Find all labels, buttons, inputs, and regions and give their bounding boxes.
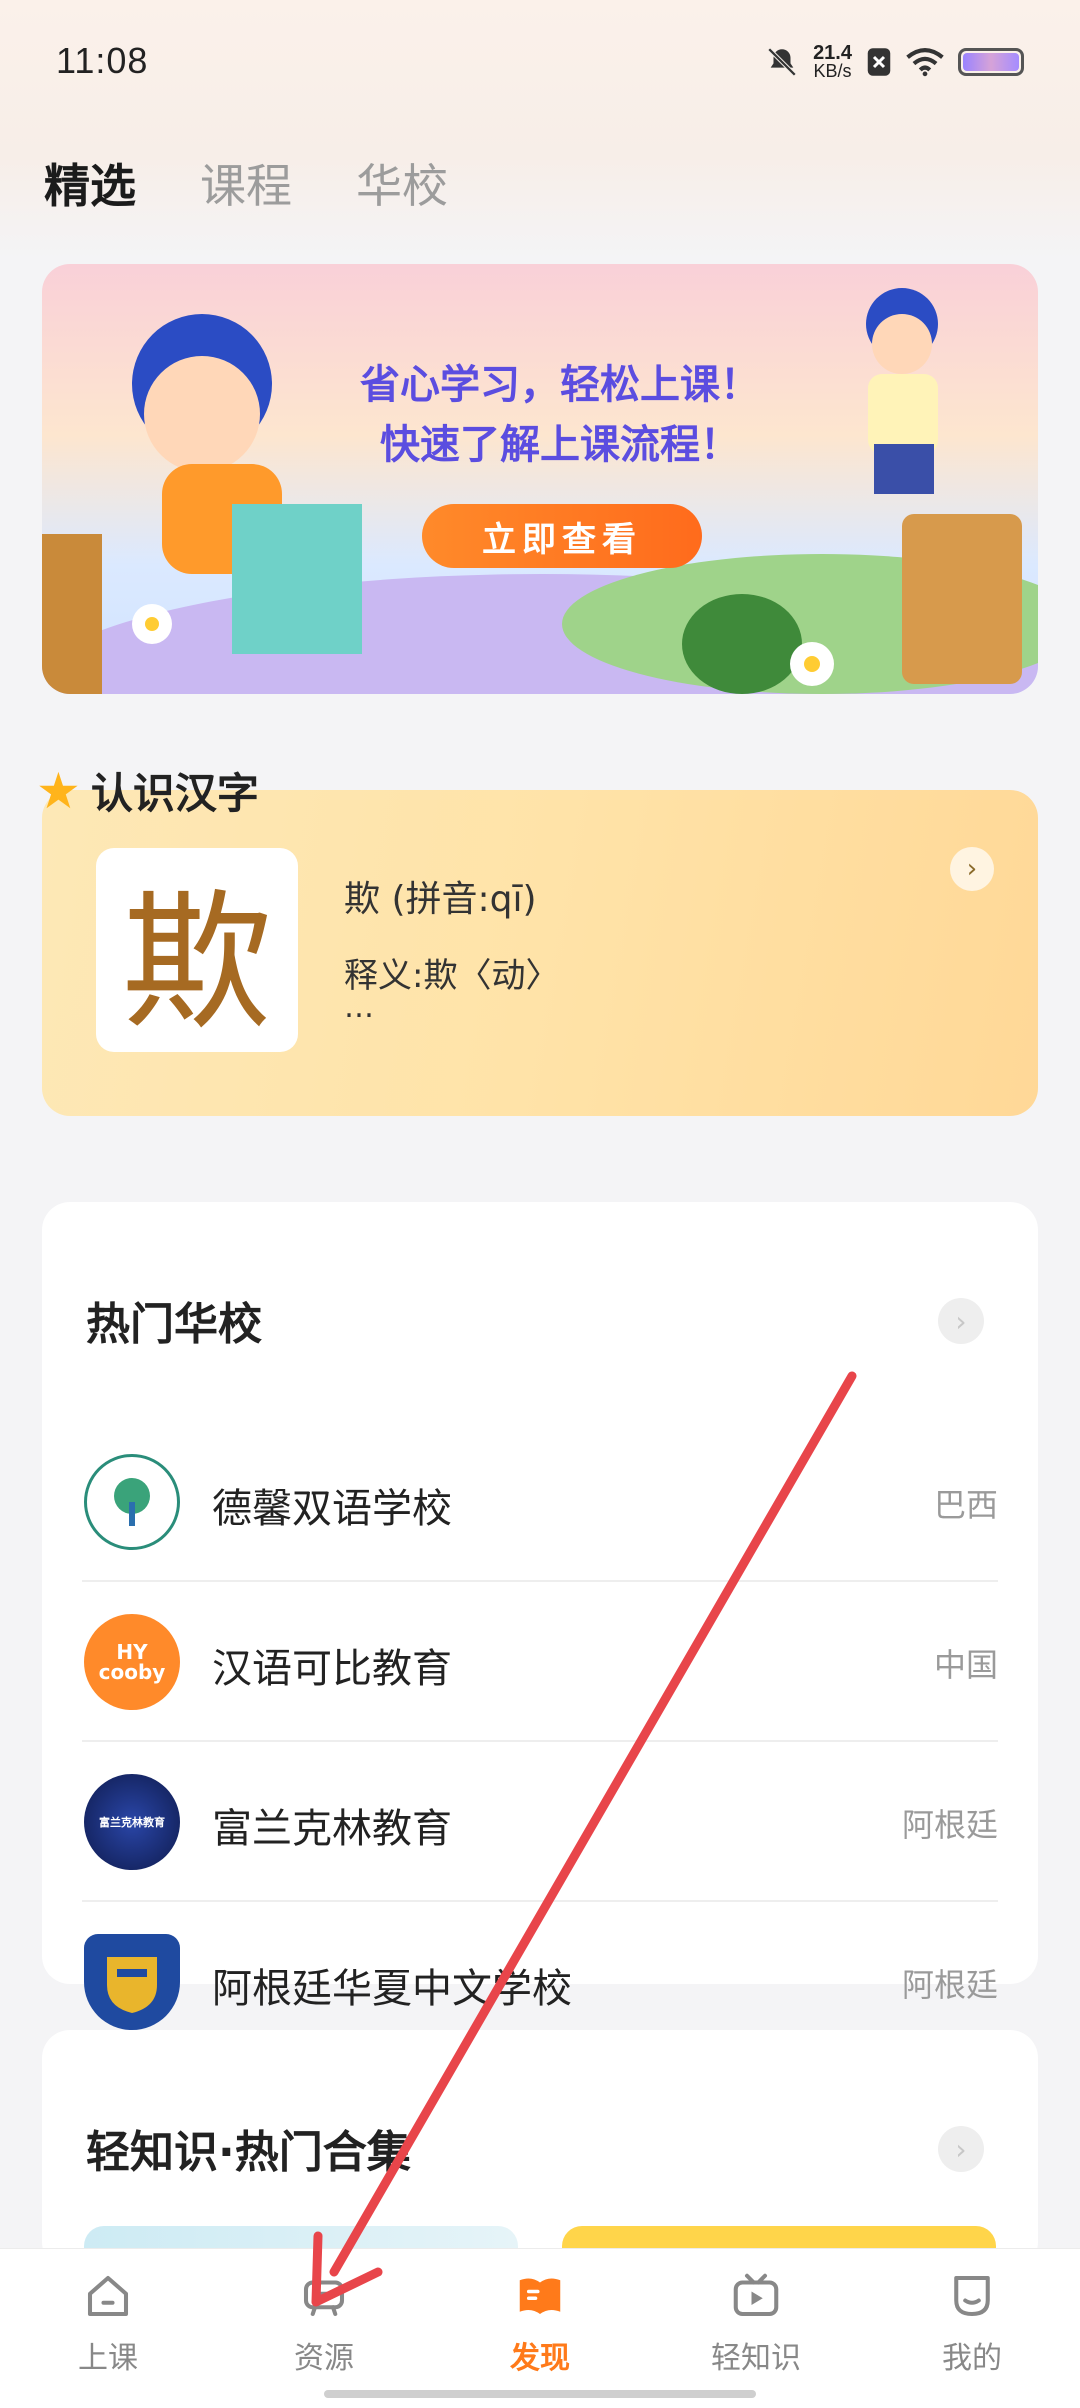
school-row[interactable]: 德馨双语学校 巴西: [42, 1422, 1038, 1582]
tab-featured[interactable]: 精选: [44, 150, 136, 216]
sim-blocked-icon: [867, 48, 891, 76]
school-logo: 富兰克林教育: [84, 1774, 180, 1870]
star-icon: ★: [36, 761, 81, 820]
school-row[interactable]: 富兰克林教育 富兰克林教育 阿根廷: [42, 1742, 1038, 1902]
nav-item-knowledge[interactable]: 轻知识: [648, 2249, 864, 2408]
discover-book-icon: [519, 2278, 561, 2314]
hanzi-more: …: [344, 990, 374, 1025]
tab-courses[interactable]: 课程: [200, 150, 292, 216]
battery-icon: [958, 48, 1024, 76]
hot-schools-title: 热门华校: [86, 1299, 262, 1350]
hanzi-meaning: 释义:欺〈动〉: [344, 956, 560, 996]
hot-schools-card: 热门华校 › 德馨双语学校 巴西 HY cooby 汉语可比教育 中国 富兰克林…: [42, 1202, 1038, 2030]
school-logo-text: 富兰克林教育: [99, 1816, 165, 1829]
profile-icon: [954, 2275, 990, 2317]
knowledge-collection-card: 轻知识·热门合集 ›: [42, 2030, 1038, 2286]
school-name: 德馨双语学校: [212, 1486, 452, 1532]
nav-item-class[interactable]: 上课: [0, 2249, 216, 2408]
school-name: 汉语可比教育: [212, 1646, 452, 1692]
hanzi-character-box: 欺: [96, 848, 298, 1052]
school-country: 巴西: [933, 1486, 998, 1524]
status-time: 11:08: [56, 40, 149, 81]
hanzi-pinyin: 欺 (拼音:qī): [344, 879, 537, 920]
school-row[interactable]: HY cooby 汉语可比教育 中国: [42, 1582, 1038, 1742]
hanzi-card-title-text: 认识汉字: [90, 769, 259, 818]
status-icons: 21.4 KB/s: [765, 40, 1024, 84]
nav-item-label: 上课: [78, 2341, 138, 2376]
school-logo-text: HY cooby: [98, 1640, 166, 1684]
nav-item-me[interactable]: 我的: [864, 2249, 1080, 2408]
network-speed-value: 21.4: [813, 42, 852, 64]
top-tabs: 精选 课程 华校: [44, 150, 448, 216]
wifi-icon: [906, 48, 944, 77]
school-logo: [84, 1934, 180, 2030]
tree-logo-icon: [114, 1478, 150, 1526]
hanzi-card-title: ★ 认识汉字: [36, 760, 259, 821]
school-row[interactable]: 阿根廷华夏中文学校 阿根廷: [42, 1902, 1038, 2030]
school-name: 富兰克林教育: [212, 1806, 452, 1852]
shield-logo-icon: [107, 1957, 157, 2013]
school-name: 阿根廷华夏中文学校: [212, 1966, 572, 2012]
home-indicator: [324, 2390, 756, 2398]
video-icon: [733, 2273, 779, 2317]
banner-illustration: [42, 288, 1038, 694]
nav-item-label: 资源: [294, 2341, 354, 2376]
bottom-nav: 上课 资源 发现 轻知识 我的: [0, 2248, 1080, 2408]
nav-item-label: 轻知识: [711, 2341, 801, 2376]
school-logo: [84, 1454, 180, 1550]
nav-item-label: 发现: [510, 2341, 570, 2376]
network-speed-unit: KB/s: [813, 61, 852, 81]
tab-schools[interactable]: 华校: [356, 150, 448, 216]
mute-bell-icon: [767, 47, 797, 77]
nav-item-discover[interactable]: 发现: [432, 2249, 648, 2408]
banner-view-now-button[interactable]: 立即查看: [422, 504, 702, 568]
school-country: 中国: [933, 1646, 998, 1684]
hanzi-character: 欺: [121, 876, 272, 1051]
resource-icon: [303, 2280, 345, 2317]
school-country: 阿根廷: [901, 1966, 998, 2004]
knowledge-collection-title: 轻知识·热门合集: [86, 2127, 411, 2178]
school-logo: HY cooby: [84, 1614, 180, 1710]
home-icon: [87, 2275, 129, 2317]
school-country: 阿根廷: [901, 1806, 998, 1844]
nav-item-resources[interactable]: 资源: [216, 2249, 432, 2408]
chevron-right-icon[interactable]: ›: [938, 1298, 984, 1344]
chevron-right-icon[interactable]: ›: [950, 847, 994, 891]
banner-headline-1: 省心学习，轻松上课！: [360, 362, 760, 408]
chevron-right-icon[interactable]: ›: [938, 2126, 984, 2172]
network-speed: 21.4 KB/s: [813, 42, 852, 81]
promo-banner[interactable]: 省心学习，轻松上课！ 快速了解上课流程！ 立即查看: [42, 264, 1038, 694]
banner-headline-2: 快速了解上课流程！: [380, 422, 740, 468]
status-bar: 11:08 21.4 KB/s: [0, 0, 1080, 130]
nav-item-label: 我的: [942, 2341, 1002, 2376]
